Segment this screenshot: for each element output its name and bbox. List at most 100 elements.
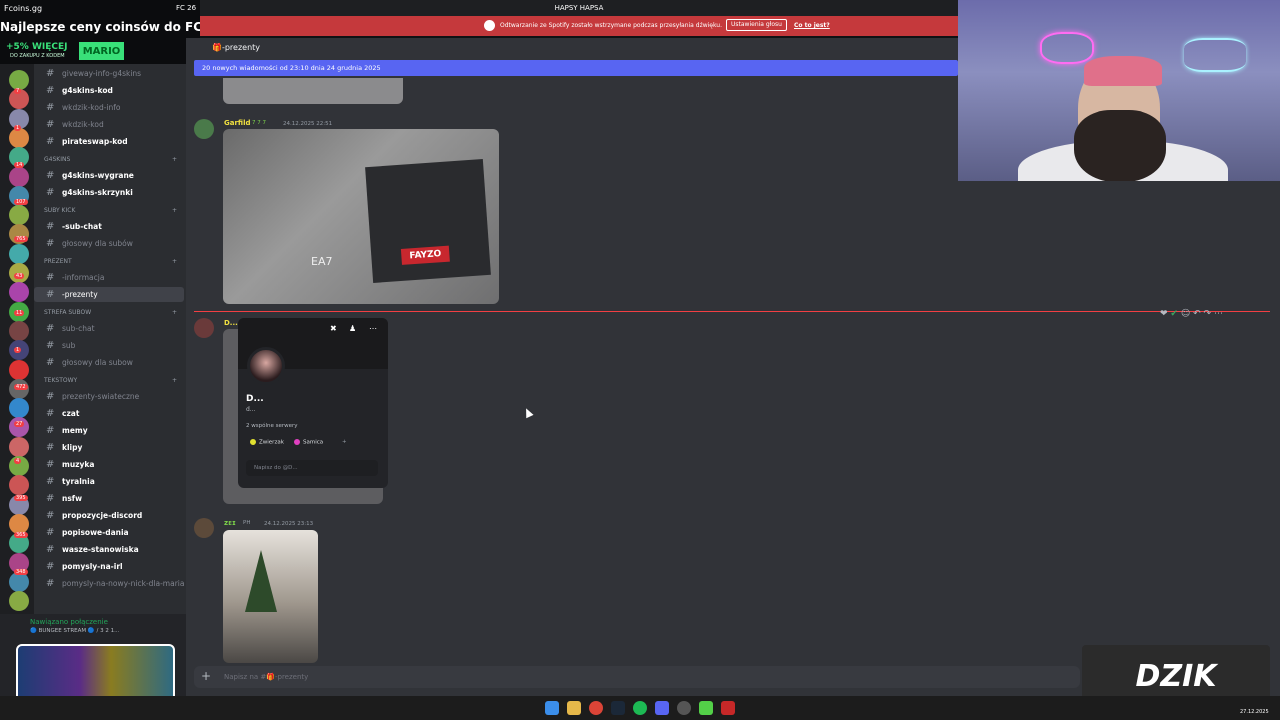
add-role-icon[interactable]: + <box>342 439 347 445</box>
channel-item[interactable]: # popisowe-dania <box>34 525 184 540</box>
channel-item[interactable]: # nsfw <box>34 491 184 506</box>
channel-item[interactable]: # pirateswap-kod <box>34 134 184 149</box>
attachment-image[interactable]: FAYZO EA7 <box>223 129 499 304</box>
voice-stream-name[interactable]: 🔵 BUNGEE STREAM 🔵 / 3 2 1... <box>30 628 119 634</box>
channel-item[interactable]: # memy <box>34 423 184 438</box>
hash-icon: # <box>46 425 55 436</box>
channel-label: głosowy dla subów <box>62 239 133 248</box>
channel-item[interactable]: # wkdzik-kod-info <box>34 100 184 115</box>
message-author[interactable]: ᴢᴇɪ <box>224 519 236 527</box>
channel-item[interactable]: # wkdzik-kod <box>34 117 184 132</box>
channel-label: wkdzik-kod-info <box>62 103 121 112</box>
message-composer[interactable]: + Napisz na #🎁-prezenty <box>194 666 1080 688</box>
mention-badge: 7 <box>14 88 22 94</box>
add-channel-icon[interactable]: + <box>172 207 177 214</box>
channel-header: 🎁-prezenty <box>186 38 958 58</box>
app-icon[interactable] <box>699 701 713 715</box>
channel-label: giveway-info-g4skins <box>62 69 142 78</box>
clock[interactable]: 27.12.2025 <box>1240 709 1269 715</box>
emoji-icon[interactable]: ☺ <box>1181 309 1190 319</box>
mutual-servers[interactable]: 2 wspólne serwery <box>246 423 298 429</box>
channel-category[interactable]: STREFA SUBOW + <box>44 309 177 316</box>
close-icon[interactable]: ✖ <box>330 324 337 333</box>
add-channel-icon[interactable]: + <box>172 309 177 316</box>
folder-icon[interactable] <box>567 701 581 715</box>
channel-item[interactable]: # wasze-stanowiska <box>34 542 184 557</box>
channel-item[interactable]: # klipy <box>34 440 184 455</box>
hash-icon: # <box>46 85 55 96</box>
channel-item[interactable]: # giveway-info-g4skins <box>34 66 184 81</box>
server-icon[interactable] <box>9 282 29 303</box>
attachment-image[interactable] <box>223 530 318 663</box>
add-channel-icon[interactable]: + <box>172 156 177 163</box>
channel-label: wasze-stanowiska <box>62 545 139 554</box>
add-channel-icon[interactable]: + <box>172 377 177 384</box>
steam-icon[interactable] <box>611 701 625 715</box>
channel-label: g4skins-skrzynki <box>62 188 133 197</box>
add-channel-icon[interactable]: + <box>172 258 177 265</box>
server-icon[interactable] <box>9 513 29 534</box>
discord-icon[interactable] <box>655 701 669 715</box>
server-icon[interactable] <box>9 205 29 226</box>
message-author[interactable]: Garfild <box>224 119 251 127</box>
channel-item[interactable]: # g4skins-wygrane <box>34 168 184 183</box>
channel-item[interactable]: # tyralnia <box>34 474 184 489</box>
chrome-icon[interactable] <box>589 701 603 715</box>
server-icon[interactable] <box>9 127 29 148</box>
windows-start-icon[interactable] <box>545 701 559 715</box>
avatar[interactable] <box>194 318 214 338</box>
channel-item[interactable]: # głosowy dla subów <box>34 236 184 251</box>
channel-item[interactable]: # g4skins-kod <box>34 83 184 98</box>
mention-badge: 365 <box>14 532 28 538</box>
message-author[interactable]: D... <box>224 319 238 327</box>
server-icon[interactable] <box>9 591 29 612</box>
channel-item[interactable]: # prezenty-swiateczne <box>34 389 184 404</box>
what-is-this-link[interactable]: Co to jest? <box>794 22 830 29</box>
channel-item[interactable]: # sub-chat <box>34 321 184 336</box>
channel-item[interactable]: # g4skins-skrzynki <box>34 185 184 200</box>
spotify-icon[interactable] <box>633 701 647 715</box>
channel-item[interactable]: # głosowy dla subow <box>34 355 184 370</box>
channel-category[interactable]: TEKSTOWY + <box>44 377 177 384</box>
check-icon[interactable]: ✔ <box>1170 309 1178 319</box>
composer-placeholder[interactable]: Napisz na #🎁-prezenty <box>224 673 308 681</box>
heart-icon[interactable]: ❤ <box>1160 309 1168 319</box>
channel-category[interactable]: SUBY KICK + <box>44 207 177 214</box>
server-icon[interactable] <box>9 166 29 187</box>
author-tags: 7 7 7 <box>252 120 266 126</box>
channel-item[interactable]: # sub <box>34 338 184 353</box>
channel-item[interactable]: # muzyka <box>34 457 184 472</box>
voice-settings-button[interactable]: Ustawienia głosu <box>726 19 787 31</box>
server-icon[interactable] <box>9 436 29 457</box>
add-attachment-icon[interactable]: + <box>201 669 211 683</box>
avatar[interactable] <box>194 119 214 139</box>
more-icon[interactable]: ⋯ <box>1214 309 1223 319</box>
reply-icon[interactable]: ↶ <box>1193 309 1201 319</box>
user-icon[interactable]: ♟ <box>349 324 356 333</box>
server-icon[interactable] <box>9 475 29 496</box>
server-icon[interactable] <box>9 359 29 380</box>
channel-item[interactable]: # pomysly-na-irl <box>34 559 184 574</box>
channel-item[interactable]: # czat <box>34 406 184 421</box>
channel-item[interactable]: # pomysly-na-nowy-nick-dla-maria <box>34 576 184 591</box>
dm-input[interactable]: Napisz do @D... <box>246 460 378 476</box>
server-icon[interactable] <box>9 320 29 341</box>
channel-item[interactable]: # propozycje-discord <box>34 508 184 523</box>
message-actions[interactable]: ❤ ✔ ☺ ↶ ↷ ⋯ <box>1160 309 1223 319</box>
channel-item[interactable]: # -prezenty <box>34 287 184 302</box>
server-icon[interactable] <box>9 398 29 419</box>
server-icon[interactable] <box>9 243 29 264</box>
more-icon[interactable]: ⋯ <box>369 324 377 333</box>
channel-category[interactable]: PREZENT + <box>44 258 177 265</box>
ad-banner[interactable]: Fcoins.gg FC 26 Najlepsze ceny coinsów d… <box>0 0 219 64</box>
channel-item[interactable]: # -sub-chat <box>34 219 184 234</box>
obs-icon[interactable] <box>677 701 691 715</box>
forward-icon[interactable]: ↷ <box>1204 309 1212 319</box>
new-messages-bar[interactable]: 20 nowych wiadomości od 23:10 dnia 24 gr… <box>194 60 958 76</box>
avatar[interactable] <box>194 518 214 538</box>
channel-item[interactable]: # -informacja <box>34 270 184 285</box>
attachment-image[interactable] <box>223 78 403 104</box>
server-icon[interactable] <box>9 70 29 90</box>
channel-category[interactable]: G4SKINS + <box>44 156 177 163</box>
shield-icon[interactable] <box>721 701 735 715</box>
